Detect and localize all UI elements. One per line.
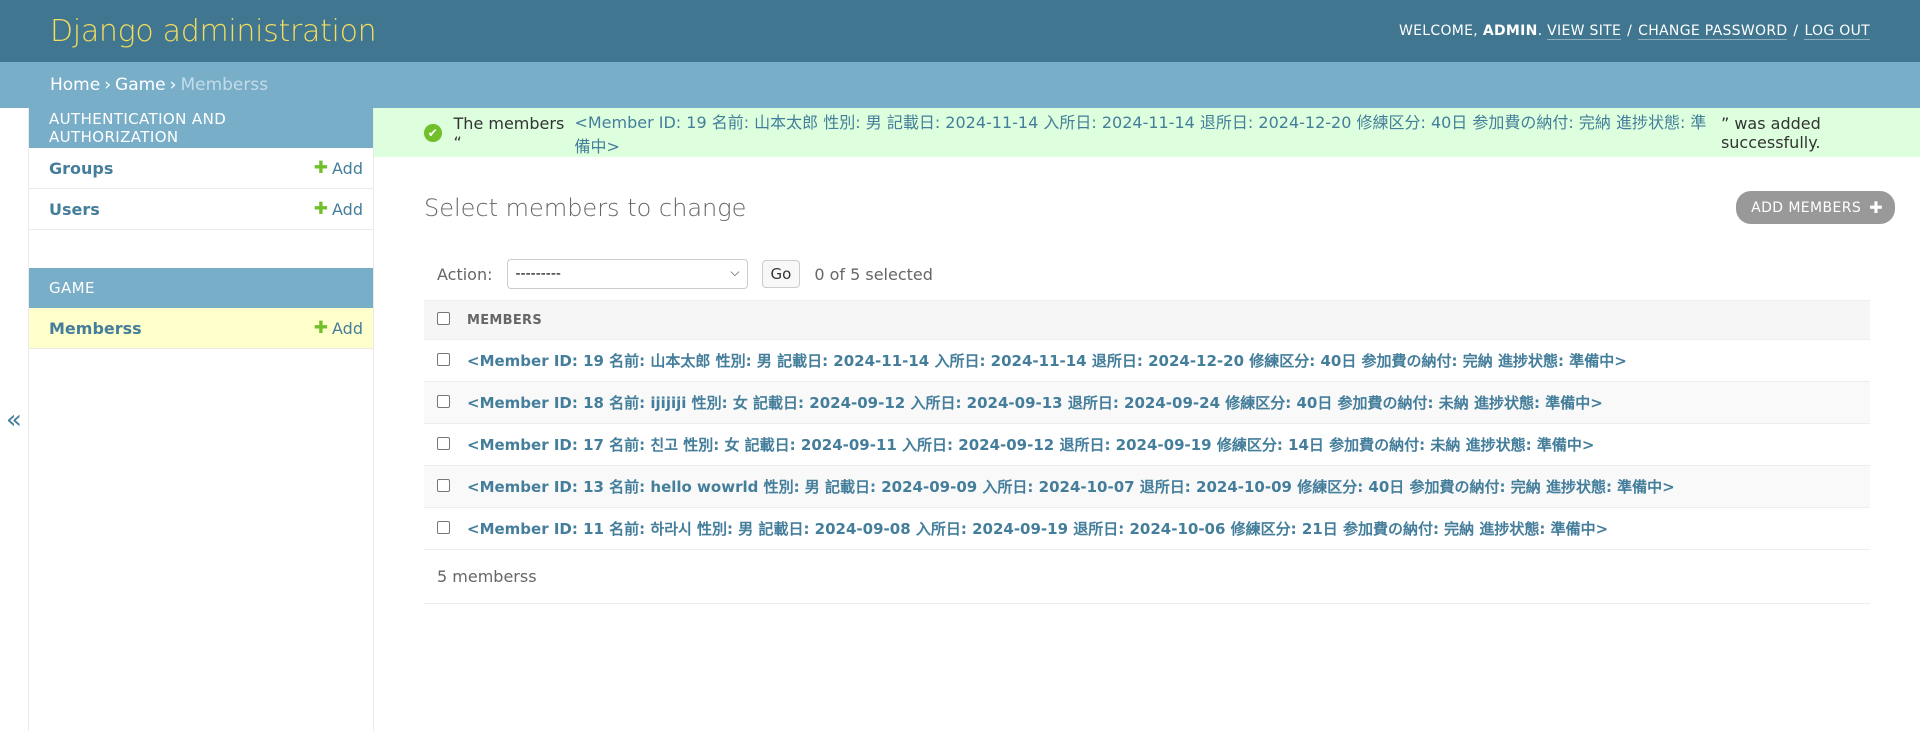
user-tools: Welcome, admin. View site / Change passwor…	[1398, 23, 1870, 40]
member-link[interactable]: <Member ID: 19 名前: 山本太郎 性別: 男 記載日: 2024-…	[467, 352, 1627, 370]
member-cell: <Member ID: 13 名前: hello wowrld 性別: 男 記載…	[466, 465, 1870, 508]
toggle-sidebar-button[interactable]: «	[0, 108, 29, 731]
groups-add-link[interactable]: ✚ Add	[314, 158, 363, 178]
check-circle-icon: ✔	[424, 123, 442, 142]
row-checkbox[interactable]	[437, 352, 450, 366]
module-caption-game[interactable]: Game	[29, 268, 373, 308]
member-cell: <Member ID: 11 名前: 하라시 性別: 男 記載日: 2024-0…	[466, 507, 1870, 550]
member-cell: <Member ID: 17 名前: 친고 性別: 女 記載日: 2024-09…	[466, 423, 1870, 466]
view-site-link[interactable]: View site	[1547, 23, 1622, 40]
row-checkbox-cell	[424, 339, 466, 382]
content: Select members to change Add members ✚ Ac…	[374, 191, 1920, 604]
content-wrap: ✔ The members “<Member ID: 19 名前: 山本太郎 性…	[374, 108, 1920, 731]
groups-link[interactable]: Groups	[49, 159, 113, 178]
module-auth: Authentication and Authorization Groups …	[29, 108, 373, 230]
sidebar-item-groups: Groups ✚ Add	[29, 148, 373, 189]
member-cell: <Member ID: 18 名前: ijijiji 性別: 女 記載日: 20…	[466, 381, 1870, 424]
row-checkbox[interactable]	[437, 394, 450, 408]
plus-icon: ✚	[313, 318, 329, 338]
breadcrumb: Home › Game › Memberss	[0, 62, 1920, 108]
member-link[interactable]: <Member ID: 13 名前: hello wowrld 性別: 男 記載…	[467, 478, 1675, 496]
message-member-link[interactable]: <Member ID: 19 名前: 山本太郎 性別: 男 記載日: 2024-…	[574, 109, 1721, 157]
table-row: <Member ID: 11 名前: 하라시 性別: 男 記載日: 2024-0…	[424, 507, 1870, 550]
module-caption-auth[interactable]: Authentication and Authorization	[29, 108, 373, 148]
result-table: Members <Member ID: 19 名前: 山本太郎 性別: 男 記載…	[424, 300, 1870, 550]
site-name[interactable]: Django administration	[50, 14, 377, 49]
users-add-link[interactable]: ✚ Add	[314, 199, 363, 219]
users-link[interactable]: Users	[49, 200, 100, 219]
plus-icon: ✚	[313, 158, 329, 178]
logout-link[interactable]: Log out	[1804, 23, 1870, 40]
table-header-row: Members	[424, 300, 1870, 340]
row-checkbox[interactable]	[437, 436, 450, 450]
add-label: Add	[332, 199, 363, 219]
sidebar-item-users: Users ✚ Add	[29, 189, 373, 230]
add-members-button[interactable]: Add members ✚	[1736, 191, 1895, 224]
member-link[interactable]: <Member ID: 17 名前: 친고 性別: 女 記載日: 2024-09…	[467, 436, 1594, 454]
member-cell: <Member ID: 19 名前: 山本太郎 性別: 男 記載日: 2024-…	[466, 339, 1870, 382]
member-link[interactable]: <Member ID: 18 名前: ijijiji 性別: 女 記載日: 20…	[467, 394, 1603, 412]
column-header-members[interactable]: Members	[466, 300, 1870, 340]
title-row: Select members to change Add members ✚	[424, 191, 1895, 224]
memberss-add-link[interactable]: ✚ Add	[314, 318, 363, 338]
row-checkbox-cell	[424, 465, 466, 508]
breadcrumb-home[interactable]: Home	[50, 75, 100, 95]
row-checkbox-cell	[424, 507, 466, 550]
row-checkbox-cell	[424, 423, 466, 466]
action-select[interactable]: ---------	[506, 259, 748, 289]
selection-counter: 0 of 5 selected	[814, 264, 933, 284]
member-link[interactable]: <Member ID: 11 名前: 하라시 性別: 男 記載日: 2024-0…	[467, 520, 1608, 538]
action-select-wrap: --------- ⌵	[506, 259, 748, 289]
plus-icon: ✚	[313, 199, 329, 219]
module-game: Game Memberss ✚ Add	[29, 268, 373, 349]
table-row: <Member ID: 18 名前: ijijiji 性別: 女 記載日: 20…	[424, 381, 1870, 424]
row-checkbox-cell	[424, 381, 466, 424]
page-title: Select members to change	[424, 193, 747, 222]
success-message: ✔ The members “<Member ID: 19 名前: 山本太郎 性…	[374, 108, 1920, 157]
change-password-link[interactable]: Change password	[1638, 23, 1788, 40]
main: « Authentication and Authorization Group…	[0, 108, 1920, 731]
plus-icon: ✚	[1869, 198, 1883, 217]
header: Django administration Welcome, admin. Vi…	[0, 0, 1920, 62]
add-label: Add	[332, 158, 363, 178]
username: admin	[1482, 23, 1538, 39]
table-row: <Member ID: 13 名前: hello wowrld 性別: 男 記載…	[424, 465, 1870, 508]
memberss-link[interactable]: Memberss	[49, 319, 142, 338]
action-label: Action:	[437, 264, 493, 284]
actions-bar: Action: --------- ⌵ Go 0 of 5 selected	[424, 254, 1895, 294]
message-prefix: The members “	[453, 113, 565, 152]
message-suffix: ” was added successfully.	[1720, 113, 1821, 152]
paginator: 5 memberss	[424, 550, 1870, 604]
nav-sidebar: Authentication and Authorization Groups …	[29, 108, 374, 731]
add-members-label: Add members	[1751, 199, 1862, 216]
add-label: Add	[332, 318, 363, 338]
go-button[interactable]: Go	[761, 260, 801, 288]
sidebar-item-memberss: Memberss ✚ Add	[29, 308, 373, 349]
select-all-cell	[424, 300, 466, 340]
breadcrumb-current: Memberss	[180, 75, 269, 95]
row-checkbox[interactable]	[437, 478, 450, 492]
select-all-checkbox[interactable]	[437, 311, 450, 325]
table-row: <Member ID: 19 名前: 山本太郎 性別: 男 記載日: 2024-…	[424, 339, 1870, 382]
breadcrumb-game[interactable]: Game	[115, 75, 166, 95]
row-checkbox[interactable]	[437, 520, 450, 534]
table-row: <Member ID: 17 名前: 친고 性別: 女 記載日: 2024-09…	[424, 423, 1870, 466]
welcome-text: Welcome,	[1398, 23, 1479, 39]
